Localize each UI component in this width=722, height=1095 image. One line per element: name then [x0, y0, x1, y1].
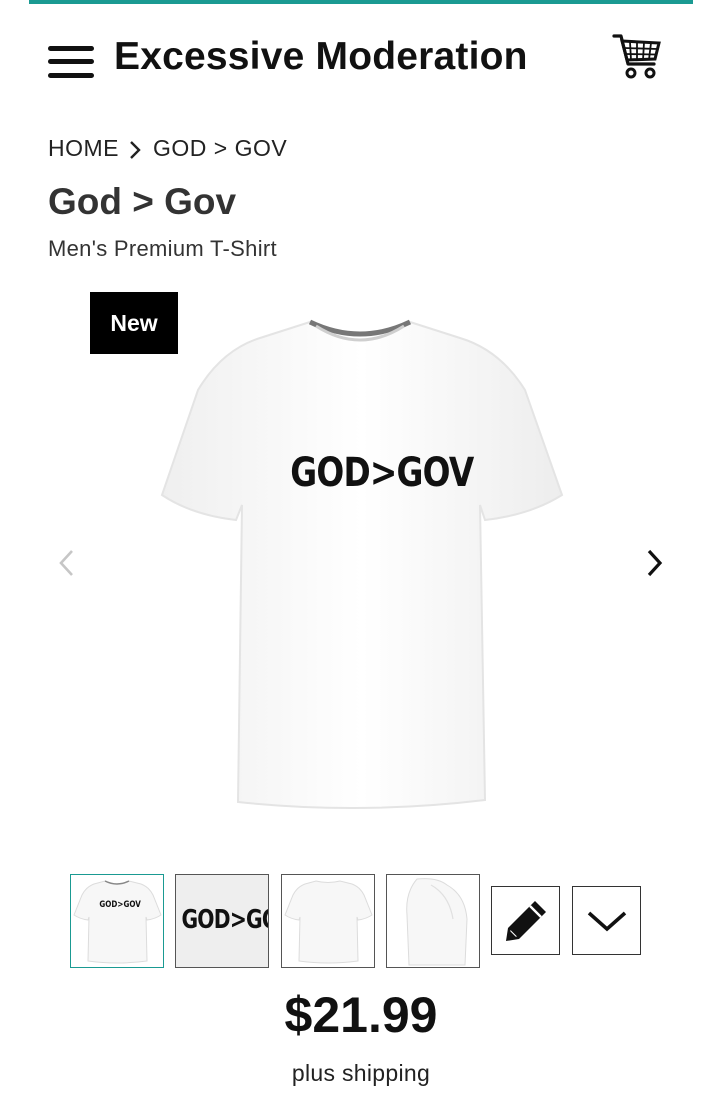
breadcrumb-current-link[interactable]: GOD > GOV — [153, 135, 287, 162]
thumbnail-design-closeup[interactable]: GOD>GOV — [175, 874, 269, 968]
thumbnail-front[interactable]: GOD>GOV — [70, 874, 164, 968]
product-main-image[interactable]: GOD>GOV — [150, 310, 570, 830]
brand-name[interactable]: Excessive Moderation — [114, 35, 528, 79]
thumbnail-closeup-text: GOD>GOV — [181, 905, 268, 935]
thumbnail-back[interactable] — [281, 874, 375, 968]
product-title: God > Gov — [48, 181, 237, 222]
hamburger-menu-icon[interactable] — [48, 46, 94, 80]
chevron-down-icon — [587, 911, 626, 931]
more-views-button[interactable] — [572, 886, 641, 955]
edit-design-button[interactable] — [491, 886, 560, 955]
shopping-cart-icon[interactable] — [612, 32, 662, 80]
thumbnail-side[interactable] — [386, 874, 480, 968]
chevron-left-icon[interactable] — [52, 545, 82, 581]
breadcrumb-home-link[interactable]: HOME — [48, 135, 119, 162]
new-badge: New — [90, 292, 178, 354]
chevron-right-icon — [119, 138, 153, 159]
chevron-right-icon[interactable] — [640, 545, 670, 581]
shipping-note: plus shipping — [291, 1060, 431, 1086]
thumbnail-design-text: GOD>GOV — [99, 900, 141, 910]
shirt-design-text: GOD>GOV — [290, 450, 474, 496]
product-type: Men's Premium T-Shirt — [48, 236, 277, 261]
breadcrumb: HOME GOD > GOV — [48, 134, 287, 162]
product-price: $21.99 — [284, 987, 438, 1043]
pencil-icon — [505, 900, 546, 941]
site-header: Excessive Moderation — [0, 0, 722, 110]
